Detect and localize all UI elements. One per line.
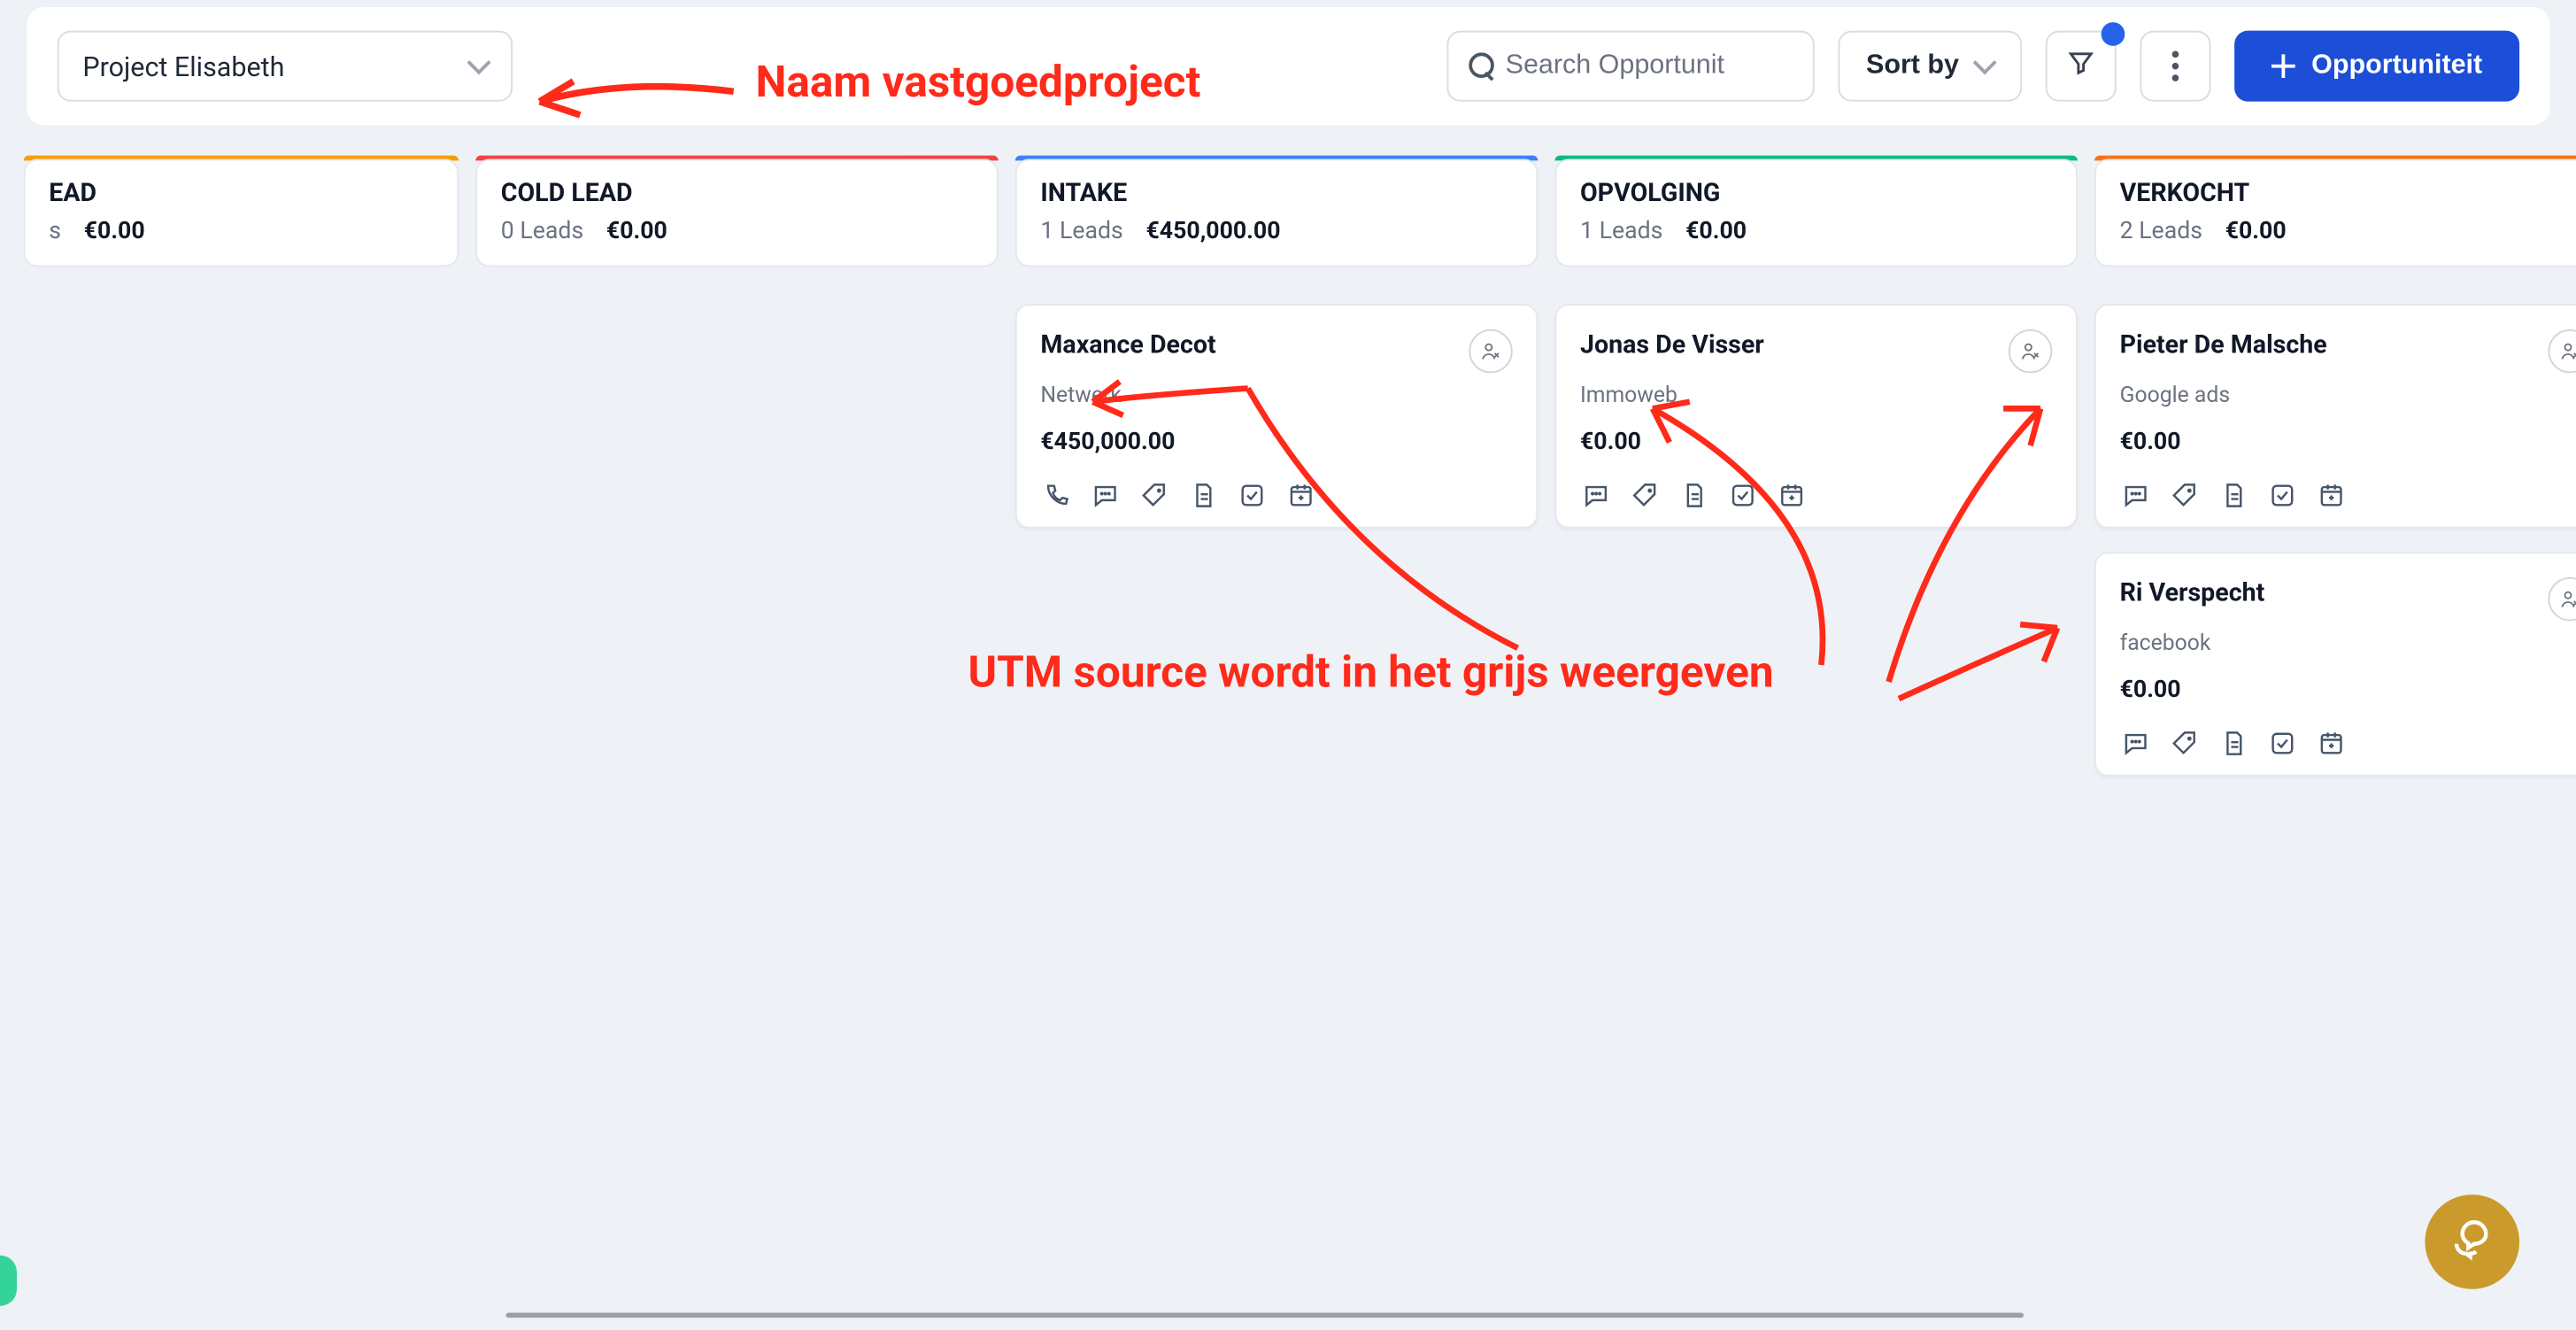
- card-source: Google ads: [2120, 383, 2576, 409]
- tag-icon[interactable]: [1629, 479, 1659, 509]
- column-header[interactable]: VERKOCHT 2 Leads €0.00: [2094, 159, 2576, 267]
- filter-button[interactable]: [2045, 31, 2116, 102]
- card-value: €450,000.00: [1040, 429, 1512, 455]
- search-icon: [1468, 52, 1492, 79]
- chat-icon[interactable]: [2120, 727, 2150, 757]
- column-intake: INTAKE 1 Leads €450,000.00 Maxance Decot…: [1015, 156, 1539, 777]
- card-name: Jonas De Visser: [1580, 329, 1764, 360]
- column-title: EAD: [49, 177, 433, 207]
- column-value: €0.00: [2225, 218, 2287, 244]
- column-cold-lead: COLD LEAD 0 Leads €0.00: [475, 156, 999, 777]
- cal-icon[interactable]: [2316, 727, 2346, 757]
- card-actions: [2120, 727, 2576, 757]
- card-source: facebook: [2120, 631, 2576, 657]
- card-value: €0.00: [2120, 429, 2576, 455]
- tag-icon[interactable]: [2169, 727, 2199, 757]
- card-actions: [1040, 479, 1512, 509]
- sort-label: Sort by: [1866, 51, 1959, 81]
- unassigned-user-icon[interactable]: [1469, 329, 1513, 374]
- doc-icon[interactable]: [1677, 479, 1708, 509]
- card-list: Pieter De MalscheGoogle ads€0.00Ri Versp…: [2094, 304, 2576, 776]
- project-select[interactable]: Project Elisabeth: [58, 31, 513, 102]
- column-title: INTAKE: [1040, 177, 1512, 207]
- doc-icon[interactable]: [2217, 479, 2248, 509]
- left-edge-indicator: [0, 1256, 17, 1306]
- cal-icon[interactable]: [2316, 479, 2346, 509]
- add-opportunity-button[interactable]: Opportuniteit: [2234, 31, 2520, 102]
- opportunity-card[interactable]: Jonas De Visser Immoweb €0.00: [1554, 304, 2078, 528]
- check-icon[interactable]: [2266, 727, 2296, 757]
- chat-icon[interactable]: [1090, 479, 1120, 509]
- chat-icon[interactable]: [2120, 479, 2150, 509]
- card-actions: [1580, 479, 2052, 509]
- column-leads: s: [49, 218, 61, 244]
- phone-icon[interactable]: [1040, 479, 1070, 509]
- kanban-board: EAD s €0.00 COLD LEAD 0 Leads €0.00: [24, 125, 2576, 776]
- card-name: Ri Verspecht: [2120, 577, 2265, 607]
- card-value: €0.00: [2120, 677, 2576, 703]
- more-button[interactable]: [2140, 31, 2210, 102]
- project-select-label: Project Elisabeth: [82, 50, 284, 82]
- column-title: VERKOCHT: [2120, 177, 2576, 207]
- unassigned-user-icon[interactable]: [2548, 329, 2576, 374]
- opportunity-card[interactable]: Pieter De Malsche Google ads €0.00: [2094, 304, 2576, 528]
- doc-icon[interactable]: [1187, 479, 1217, 509]
- cal-icon[interactable]: [1776, 479, 1806, 509]
- column-ead: EAD s €0.00: [24, 156, 459, 777]
- column-leads: 2 Leads: [2120, 218, 2202, 244]
- tag-icon[interactable]: [1138, 479, 1168, 509]
- column-value: €0.00: [84, 218, 145, 244]
- column-verkocht: VERKOCHT 2 Leads €0.00 Pieter De Malsche…: [2094, 156, 2576, 777]
- check-icon[interactable]: [1727, 479, 1757, 509]
- plus-icon: [2271, 54, 2294, 78]
- card-source: Immoweb: [1580, 383, 2052, 409]
- column-value: €450,000.00: [1146, 218, 1281, 244]
- column-title: OPVOLGING: [1580, 177, 2052, 207]
- chat-fab[interactable]: [2425, 1195, 2519, 1289]
- column-value: €0.00: [606, 218, 667, 244]
- column-value: €0.00: [1685, 218, 1747, 244]
- column-header[interactable]: OPVOLGING 1 Leads €0.00: [1554, 159, 2078, 267]
- column-header[interactable]: COLD LEAD 0 Leads €0.00: [475, 159, 999, 267]
- chat-icon: [2449, 1218, 2495, 1265]
- opportunity-card[interactable]: Ri Verspecht facebook €0.00: [2094, 552, 2576, 776]
- chevron-down-icon: [1972, 50, 1996, 74]
- card-name: Maxance Decot: [1040, 329, 1215, 360]
- toolbar: Project Elisabeth Sort by: [27, 7, 2549, 125]
- unassigned-user-icon[interactable]: [2009, 329, 2053, 374]
- chevron-down-icon: [467, 50, 491, 74]
- sort-button[interactable]: Sort by: [1838, 31, 2022, 102]
- filter-active-badge: [2101, 22, 2125, 46]
- doc-icon[interactable]: [2217, 727, 2248, 757]
- column-header[interactable]: INTAKE 1 Leads €450,000.00: [1015, 159, 1539, 267]
- cal-icon[interactable]: [1285, 479, 1315, 509]
- card-name: Pieter De Malsche: [2120, 329, 2327, 360]
- unassigned-user-icon[interactable]: [2548, 577, 2576, 622]
- card-source: Netwerk: [1040, 383, 1512, 409]
- filter-icon: [2065, 48, 2095, 85]
- column-header[interactable]: EAD s €0.00: [24, 159, 459, 267]
- card-list: Maxance Decot Netwerk €450,000.00: [1015, 304, 1539, 528]
- column-leads: 1 Leads: [1580, 218, 1662, 244]
- opportunity-card[interactable]: Maxance Decot Netwerk €450,000.00: [1015, 304, 1539, 528]
- search-input[interactable]: [1506, 51, 1793, 81]
- column-leads: 1 Leads: [1040, 218, 1122, 244]
- column-title: COLD LEAD: [501, 177, 973, 207]
- tag-icon[interactable]: [2169, 479, 2199, 509]
- horizontal-scrollbar[interactable]: [506, 1312, 2362, 1319]
- more-vertical-icon: [2171, 51, 2179, 81]
- card-list: Jonas De Visser Immoweb €0.00: [1554, 304, 2078, 528]
- column-opvolging: OPVOLGING 1 Leads €0.00 Jonas De Visser I…: [1554, 156, 2078, 777]
- card-actions: [2120, 479, 2576, 509]
- check-icon[interactable]: [2266, 479, 2296, 509]
- chat-icon[interactable]: [1580, 479, 1610, 509]
- card-value: €0.00: [1580, 429, 2052, 455]
- add-opportunity-label: Opportuniteit: [2311, 51, 2482, 81]
- check-icon[interactable]: [1236, 479, 1266, 509]
- column-leads: 0 Leads: [501, 218, 583, 244]
- search-box[interactable]: [1446, 31, 1814, 102]
